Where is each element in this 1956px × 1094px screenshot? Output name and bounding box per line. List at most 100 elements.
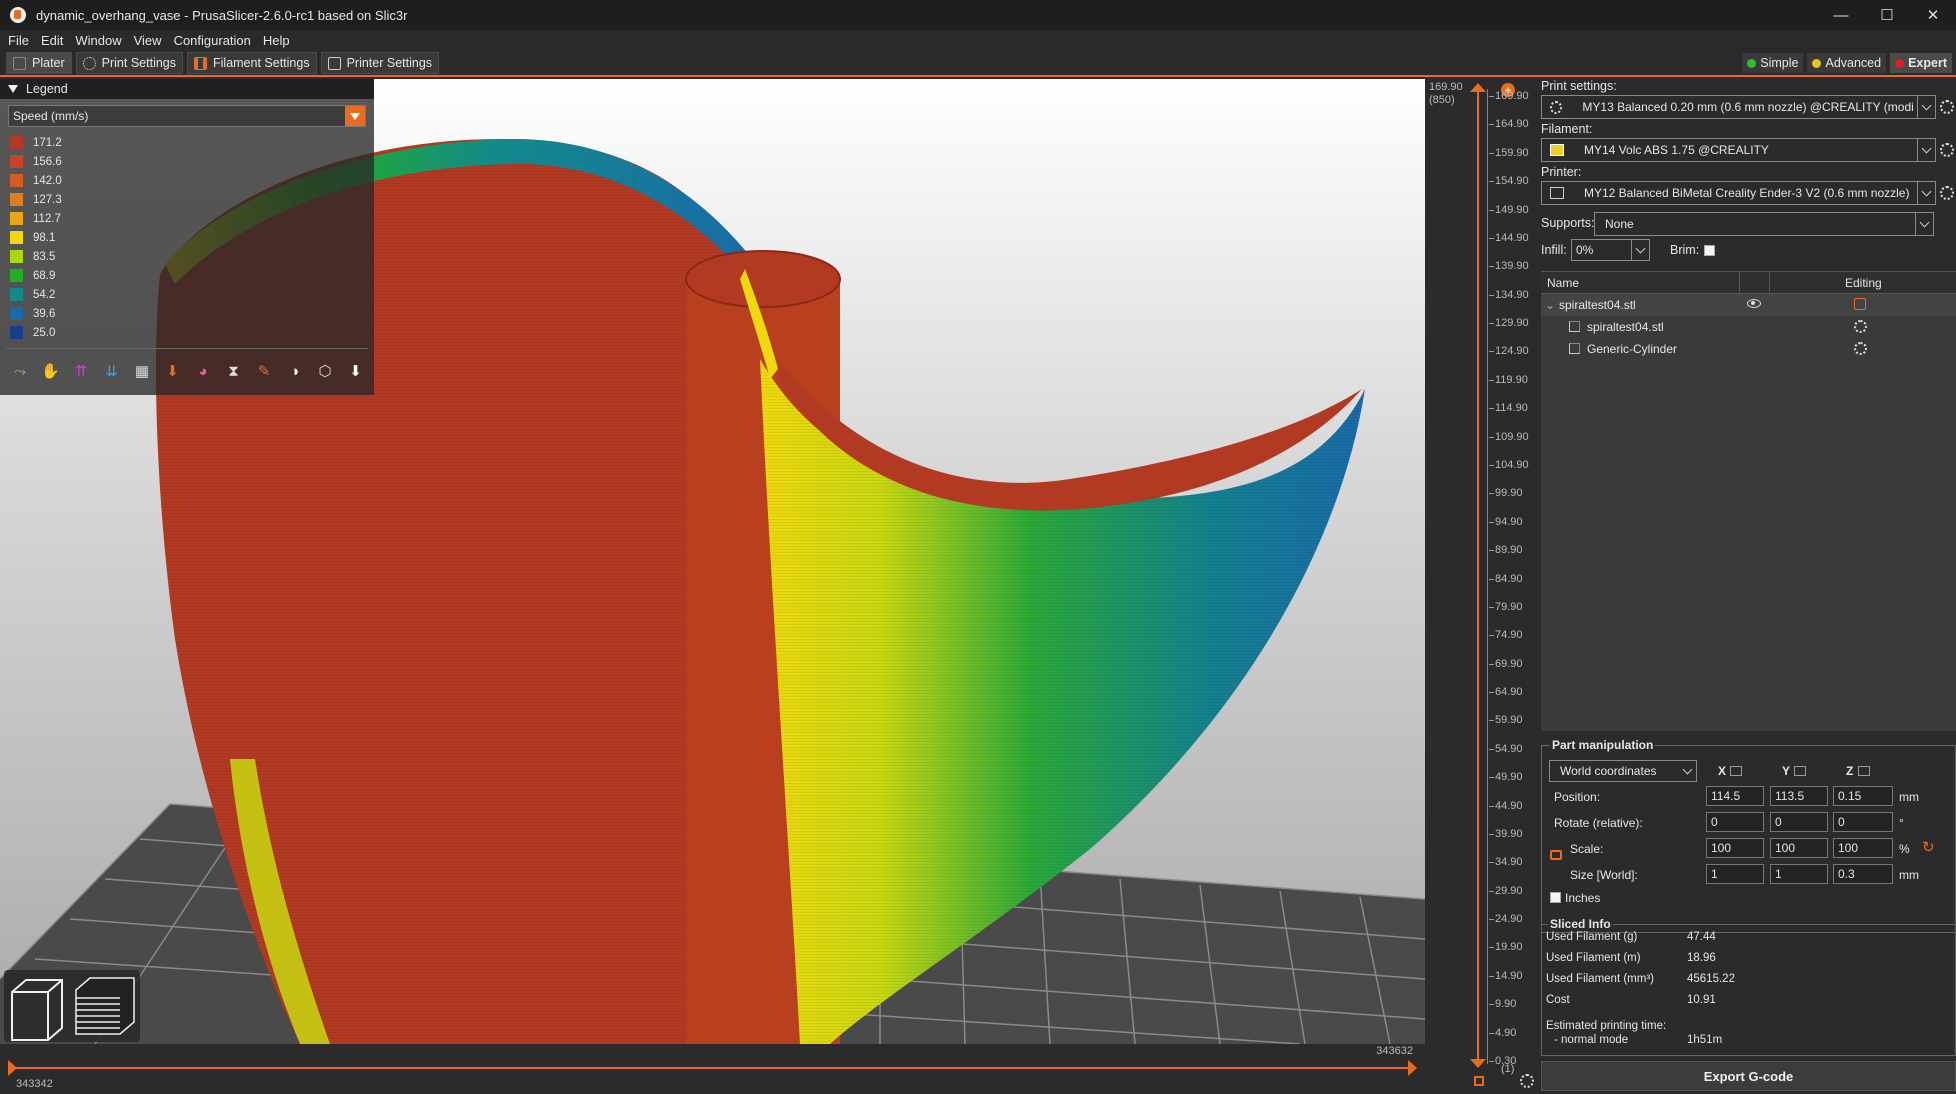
retractions-icon[interactable]: ⇈ (69, 359, 93, 383)
tab-print-settings[interactable]: Print Settings (75, 52, 183, 74)
scale-x-input[interactable]: 100 (1706, 838, 1764, 858)
wipe-icon[interactable]: ✋ (39, 359, 63, 383)
size-x-input[interactable]: 1 (1706, 864, 1764, 884)
tool-marker-icon[interactable]: ⬇ (344, 359, 368, 383)
mode-expert-button[interactable]: Expert (1890, 53, 1952, 73)
menu-window[interactable]: Window (75, 33, 121, 48)
slider-ruler (1487, 89, 1488, 1064)
slider-left-thumb[interactable] (8, 1060, 17, 1076)
mode-advanced-button[interactable]: Advanced (1807, 53, 1887, 73)
tool-changes-icon[interactable]: ⬇ (161, 359, 185, 383)
legend-entry: 54.2 (10, 285, 374, 304)
legend-entry: 98.1 (10, 228, 374, 247)
tick-label: 84.90 (1495, 572, 1523, 585)
edit-object-icon[interactable] (1854, 298, 1866, 310)
title-bar: dynamic_overhang_vase - PrusaSlicer-2.6.… (0, 0, 1956, 30)
infill-combo[interactable]: 0% (1571, 239, 1650, 261)
center-of-gravity-icon[interactable]: ◑ (283, 359, 307, 383)
tab-filament-settings[interactable]: Filament Settings (187, 52, 317, 74)
3d-view-cube-icon[interactable] (11, 979, 63, 1041)
printer-combo[interactable]: MY12 Balanced BiMetal Creality Ender-3 V… (1541, 181, 1936, 205)
slider-lower-thumb[interactable] (1470, 1059, 1486, 1068)
menu-help[interactable]: Help (263, 33, 290, 48)
gear-icon[interactable] (1854, 342, 1867, 355)
infill-label: Infill: (1541, 243, 1567, 257)
inches-checkbox[interactable] (1550, 892, 1561, 903)
maximize-button[interactable]: ☐ (1864, 0, 1910, 30)
vertical-layer-slider[interactable]: 169.90 (850) + 169.90 164.90 159.90 154.90 1… (1425, 79, 1540, 1094)
tab-printer-settings[interactable]: Printer Settings (320, 52, 440, 74)
seams-icon[interactable]: ▦ (130, 359, 154, 383)
gear-icon[interactable] (1854, 320, 1867, 333)
slider-right-thumb[interactable] (1408, 1060, 1417, 1076)
position-y-input[interactable]: 113.5 (1770, 786, 1828, 806)
menu-configuration[interactable]: Configuration (174, 33, 251, 48)
position-z-input[interactable]: 0.15 (1833, 786, 1893, 806)
legend-value: 142.0 (33, 174, 62, 187)
filament-combo[interactable]: MY14 Volc ABS 1.75 @CREALITY (1541, 138, 1936, 162)
print-settings-combo[interactable]: MY13 Balanced 0.20 mm (0.6 mm nozzle) @C… (1541, 95, 1936, 119)
minimize-button[interactable]: — (1818, 0, 1864, 30)
object-list[interactable]: Name Editing ⌄ spiraltest04.stl spiralte… (1541, 271, 1956, 731)
layers-view-icon[interactable] (75, 977, 135, 1035)
rotate-z-input[interactable]: 0 (1833, 812, 1893, 832)
filament-color-swatch-icon (1550, 144, 1564, 156)
size-z-input[interactable]: 0.3 (1833, 864, 1893, 884)
lock-icon[interactable] (1474, 1076, 1484, 1086)
slider-upper-thumb[interactable] (1470, 83, 1486, 92)
expand-chevron-icon[interactable]: ⌄ (1545, 298, 1555, 312)
position-x-input[interactable]: 114.5 (1706, 786, 1764, 806)
view-toggle-panel (4, 970, 140, 1042)
travel-icon[interactable]: ⤳ (8, 359, 32, 383)
custom-gcodes-icon[interactable]: ✎ (252, 359, 276, 383)
column-name[interactable]: Name (1547, 276, 1579, 290)
chevron-down-icon (1917, 139, 1935, 161)
export-gcode-button[interactable]: Export G-code (1541, 1061, 1956, 1091)
legend-entries: 171.2 156.6 142.0 127.3 112.7 98.1 83.5 68.9 54.… (0, 131, 374, 342)
axis-x-label: X (1718, 764, 1727, 778)
scale-label: Scale: (1570, 842, 1604, 856)
lock-icon[interactable] (1550, 850, 1562, 860)
pause-prints-icon[interactable]: ⧗ (222, 359, 246, 383)
legend-header[interactable]: Legend (0, 79, 374, 99)
deretractions-icon[interactable]: ⇊ (100, 359, 124, 383)
size-y-input[interactable]: 1 (1770, 864, 1828, 884)
horizontal-move-slider[interactable]: 343342 343632 (0, 1044, 1425, 1094)
size-label: Size [World]: (1570, 868, 1638, 882)
view-type-dropdown[interactable]: Speed (mm/s) (8, 105, 366, 127)
eye-icon[interactable] (1747, 299, 1761, 308)
column-editing[interactable]: Editing (1845, 276, 1882, 290)
mode-expert-label: Expert (1908, 56, 1947, 70)
part-row[interactable]: spiraltest04.stl (1541, 316, 1956, 338)
filament-edit-icon[interactable] (1940, 143, 1954, 157)
brim-checkbox[interactable] (1704, 245, 1715, 256)
rotate-y-input[interactable]: 0 (1770, 812, 1828, 832)
coordinates-dropdown[interactable]: World coordinates (1549, 760, 1697, 782)
shells-icon[interactable]: ⬡ (313, 359, 337, 383)
cog-icon[interactable] (1520, 1074, 1534, 1088)
printer-edit-icon[interactable] (1940, 186, 1954, 200)
scale-y-input[interactable]: 100 (1770, 838, 1828, 858)
menu-file[interactable]: File (8, 33, 29, 48)
print-settings-edit-icon[interactable] (1940, 100, 1954, 114)
tick-label: 124.90 (1495, 345, 1529, 358)
tick-mark (1489, 379, 1494, 381)
object-row[interactable]: ⌄ spiraltest04.stl (1541, 294, 1956, 316)
part-name: Generic-Cylinder (1587, 342, 1678, 356)
menu-edit[interactable]: Edit (41, 33, 63, 48)
rotate-x-input[interactable]: 0 (1706, 812, 1764, 832)
close-button[interactable]: ✕ (1910, 0, 1956, 30)
mode-simple-button[interactable]: Simple (1742, 53, 1804, 73)
color-changes-icon[interactable]: ◕ (191, 359, 215, 383)
scale-z-input[interactable]: 100 (1833, 838, 1893, 858)
tab-plater[interactable]: Plater (6, 52, 72, 74)
reset-scale-icon[interactable]: ↻ (1922, 838, 1935, 856)
supports-combo[interactable]: None (1594, 212, 1934, 236)
tick-label: 169.90 (1495, 90, 1529, 102)
chevron-down-icon (1678, 761, 1696, 781)
legend-panel: Legend Speed (mm/s) 171.2 156.6 142.0 127.3… (0, 79, 374, 395)
menu-view[interactable]: View (134, 33, 162, 48)
part-row[interactable]: Generic-Cylinder (1541, 338, 1956, 360)
gear-icon (1550, 100, 1563, 114)
slider-track (12, 1067, 1415, 1069)
